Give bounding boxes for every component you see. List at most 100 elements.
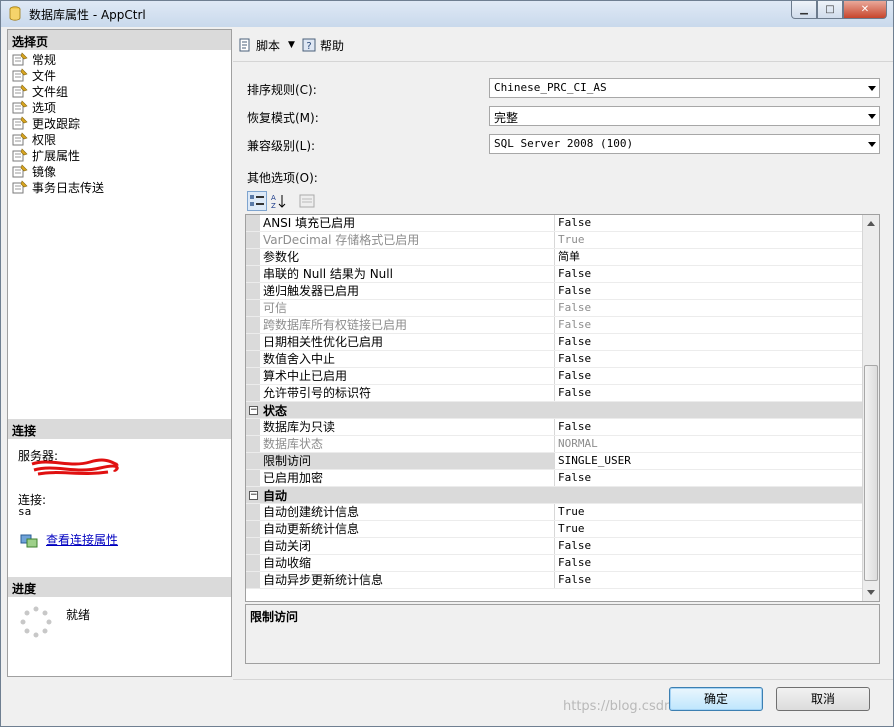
property-row[interactable]: ANSI 填充已启用 False xyxy=(246,215,863,232)
property-value[interactable]: False xyxy=(555,266,863,282)
page-item[interactable]: 镜像 xyxy=(12,163,104,179)
property-name: 自动关闭 xyxy=(260,538,555,554)
chevron-down-icon[interactable]: ▼ xyxy=(288,40,295,50)
property-row[interactable]: 已启用加密 False xyxy=(246,470,863,487)
toolbar: 脚本 ▼ ? 帮助 xyxy=(237,34,350,56)
description-title: 限制访问 xyxy=(250,610,299,624)
categorized-icon xyxy=(250,195,264,206)
script-button[interactable]: 脚本 ▼ xyxy=(237,37,295,54)
compat-level-select[interactable]: SQL Server 2008 (100) xyxy=(489,134,880,154)
property-row[interactable]: 限制访问 SINGLE_USER xyxy=(246,453,863,470)
svg-text:Z: Z xyxy=(271,202,276,209)
property-value[interactable]: False xyxy=(555,419,863,435)
property-value[interactable]: False xyxy=(555,334,863,350)
property-pages-button[interactable] xyxy=(297,191,317,211)
property-grid-scrollbar[interactable] xyxy=(862,215,879,601)
row-gutter xyxy=(246,215,260,231)
property-value[interactable]: True xyxy=(555,521,863,537)
scroll-down-icon[interactable] xyxy=(867,590,875,595)
view-connection-properties-link[interactable]: 查看连接属性 xyxy=(46,531,118,548)
property-row[interactable]: 算术中止已启用 False xyxy=(246,368,863,385)
property-row[interactable]: 数值舍入中止 False xyxy=(246,351,863,368)
scroll-up-icon[interactable] xyxy=(867,221,875,226)
property-value[interactable]: False xyxy=(555,368,863,384)
page-item-label: 镜像 xyxy=(32,164,57,179)
help-label: 帮助 xyxy=(319,38,344,53)
svg-text:A: A xyxy=(271,194,276,202)
property-value[interactable]: False xyxy=(555,470,863,486)
property-value[interactable]: NORMAL xyxy=(555,436,863,452)
collapse-icon[interactable]: − xyxy=(249,405,258,415)
maximize-icon: □ xyxy=(825,4,835,15)
compat-level-label: 兼容级别(L): xyxy=(247,139,316,153)
property-value[interactable]: False xyxy=(555,215,863,231)
cancel-button[interactable]: 取消 xyxy=(776,687,870,711)
progress-spinner-icon xyxy=(20,606,52,638)
property-value[interactable]: True xyxy=(555,232,863,248)
close-button[interactable]: ✕ xyxy=(843,1,887,19)
ok-button[interactable]: 确定 xyxy=(669,687,763,711)
property-row[interactable]: 允许带引号的标识符 False xyxy=(246,385,863,402)
collation-select[interactable]: Chinese_PRC_CI_AS xyxy=(489,78,880,98)
property-row[interactable]: 自动创建统计信息 True xyxy=(246,504,863,521)
property-value[interactable]: True xyxy=(555,504,863,520)
property-name: 允许带引号的标识符 xyxy=(260,385,555,401)
page-item[interactable]: 选项 xyxy=(12,99,104,115)
property-row[interactable]: 递归触发器已启用 False xyxy=(246,283,863,300)
property-row[interactable]: 可信 False xyxy=(246,300,863,317)
row-gutter xyxy=(246,334,260,350)
property-category[interactable]: − 状态 xyxy=(246,402,863,419)
property-value[interactable]: False xyxy=(555,351,863,367)
progress-header: 进度 xyxy=(8,577,231,597)
property-row[interactable]: 跨数据库所有权链接已启用 False xyxy=(246,317,863,334)
property-value[interactable]: 简单 xyxy=(555,249,863,265)
property-category[interactable]: − 自动 xyxy=(246,487,863,504)
script-label: 脚本 xyxy=(256,38,281,53)
property-grid: ANSI 填充已启用 False VarDecimal 存储格式已启用 True 参数化… xyxy=(245,214,880,602)
categorized-button[interactable] xyxy=(247,191,267,211)
collapse-icon[interactable]: − xyxy=(249,490,258,500)
property-row[interactable]: 参数化 简单 xyxy=(246,249,863,266)
property-row[interactable]: 日期相关性优化已启用 False xyxy=(246,334,863,351)
alphabetical-button[interactable]: A Z xyxy=(269,191,289,211)
property-value[interactable]: False xyxy=(555,317,863,333)
page-item-label: 事务日志传送 xyxy=(32,180,105,195)
help-button[interactable]: ? 帮助 xyxy=(301,37,344,54)
page-item[interactable]: 扩展属性 xyxy=(12,147,104,163)
property-value[interactable]: SINGLE_USER xyxy=(555,453,863,469)
page-item[interactable]: 更改跟踪 xyxy=(12,115,104,131)
property-value[interactable]: False xyxy=(555,538,863,554)
property-value[interactable]: False xyxy=(555,300,863,316)
property-name: 跨数据库所有权链接已启用 xyxy=(260,317,555,333)
property-row[interactable]: 自动异步更新统计信息 False xyxy=(246,572,863,589)
property-row[interactable]: 数据库为只读 False xyxy=(246,419,863,436)
row-gutter xyxy=(246,504,260,520)
page-item-label: 权限 xyxy=(32,132,57,147)
property-value[interactable]: False xyxy=(555,385,863,401)
select-page-header: 选择页 xyxy=(8,30,231,50)
property-row[interactable]: 自动收缩 False xyxy=(246,555,863,572)
page-item[interactable]: 文件 xyxy=(12,67,104,83)
row-gutter xyxy=(246,419,260,435)
property-value[interactable]: False xyxy=(555,555,863,571)
scrollbar-thumb[interactable] xyxy=(864,365,878,581)
maximize-button[interactable]: □ xyxy=(817,1,843,19)
property-row[interactable]: VarDecimal 存储格式已启用 True xyxy=(246,232,863,249)
property-value[interactable]: False xyxy=(555,283,863,299)
title-bar: 数据库属性 - AppCtrl ▁ □ ✕ xyxy=(1,1,893,27)
page-item[interactable]: 权限 xyxy=(12,131,104,147)
property-row[interactable]: 自动关闭 False xyxy=(246,538,863,555)
page-item[interactable]: 事务日志传送 xyxy=(12,179,104,195)
property-row[interactable]: 数据库状态 NORMAL xyxy=(246,436,863,453)
page-item[interactable]: 常规 xyxy=(12,51,104,67)
property-value[interactable]: False xyxy=(555,572,863,588)
property-row[interactable]: 串联的 Null 结果为 Null False xyxy=(246,266,863,283)
page-wrench-icon xyxy=(12,84,28,98)
page-wrench-icon xyxy=(12,148,28,162)
minimize-button[interactable]: ▁ xyxy=(791,1,817,19)
property-name: 递归触发器已启用 xyxy=(260,283,555,299)
page-item[interactable]: 文件组 xyxy=(12,83,104,99)
property-row[interactable]: 自动更新统计信息 True xyxy=(246,521,863,538)
property-name: 日期相关性优化已启用 xyxy=(260,334,555,350)
recovery-model-select[interactable]: 完整 xyxy=(489,106,880,126)
